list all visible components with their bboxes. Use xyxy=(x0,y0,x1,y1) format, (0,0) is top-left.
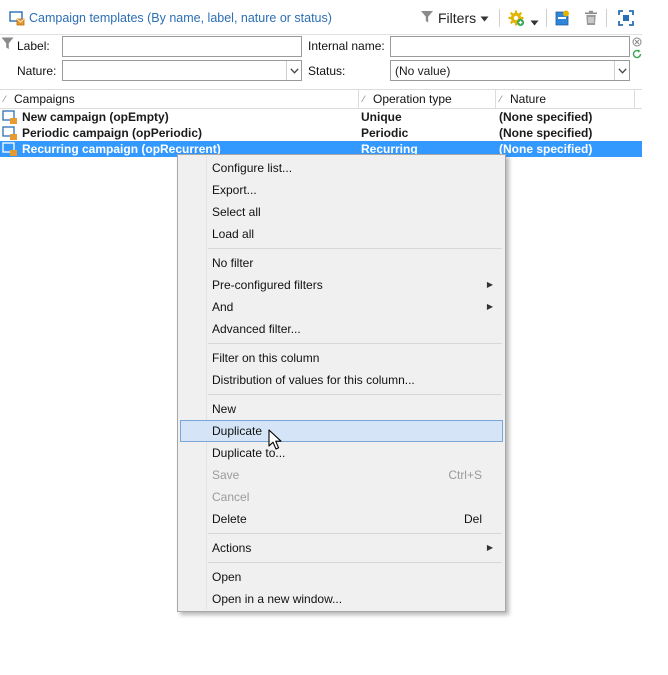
internal-name-field-label: Internal name: xyxy=(308,39,385,53)
campaign-name: New campaign (opEmpty) xyxy=(22,110,169,124)
menu-item-save[interactable]: Save Ctrl+S xyxy=(180,464,503,486)
gear-add-icon[interactable] xyxy=(507,9,525,27)
column-separator[interactable] xyxy=(634,90,635,108)
filter-funnel-icon xyxy=(420,10,434,27)
menu-separator xyxy=(208,343,502,344)
menu-item-delete[interactable]: Delete Del xyxy=(180,508,503,530)
menu-item-advanced-filter[interactable]: Advanced filter... xyxy=(180,318,503,340)
sort-icon: ⁄ xyxy=(4,94,6,104)
menu-separator xyxy=(208,394,502,395)
status-select-value: (No value) xyxy=(395,63,451,78)
toolbar-separator xyxy=(499,9,500,27)
status-field-label: Status: xyxy=(308,64,346,78)
dropdown-arrow-icon xyxy=(480,11,489,25)
nature: (None specified) xyxy=(499,126,593,140)
menu-separator xyxy=(208,562,502,563)
menu-item-filter-on-column[interactable]: Filter on this column xyxy=(180,347,503,369)
title-bar: Campaign templates (By name, label, natu… xyxy=(0,0,642,35)
filters-label: Filters xyxy=(438,10,477,26)
nature: (None specified) xyxy=(499,110,593,124)
toolbar-separator xyxy=(606,9,607,27)
column-header-operation-type[interactable]: ⁄ Operation type xyxy=(359,90,495,108)
label-field-label: Label: xyxy=(17,39,50,53)
column-header-nature[interactable]: ⁄ Nature xyxy=(496,90,634,108)
column-header-campaigns[interactable]: ⁄ Campaigns xyxy=(0,90,358,108)
mouse-cursor-icon xyxy=(268,429,284,451)
campaign-name: Periodic campaign (opPeriodic) xyxy=(22,126,203,140)
menu-item-duplicate-to[interactable]: Duplicate to... xyxy=(180,442,503,464)
submenu-arrow-icon: ▶ xyxy=(486,543,493,552)
menu-item-and[interactable]: And ▶ xyxy=(180,296,503,318)
nature-field-label: Nature: xyxy=(17,64,57,78)
menu-item-pre-configured-filters[interactable]: Pre-configured filters ▶ xyxy=(180,274,503,296)
campaign-template-icon xyxy=(2,142,18,157)
operation-type: Unique xyxy=(361,110,402,124)
filter-funnel-icon xyxy=(1,37,14,53)
menu-item-open[interactable]: Open xyxy=(180,566,503,588)
menu-item-load-all[interactable]: Load all xyxy=(180,223,503,245)
column-header-label: Operation type xyxy=(373,92,452,106)
refresh-icon[interactable] xyxy=(632,48,642,62)
menu-item-export[interactable]: Export... xyxy=(180,179,503,201)
title-divider xyxy=(0,34,642,35)
menu-item-open-new-window[interactable]: Open in a new window... xyxy=(180,588,503,610)
operation-type: Periodic xyxy=(361,126,409,140)
nature-select[interactable] xyxy=(62,60,302,81)
menu-separator xyxy=(208,248,502,249)
menu-shortcut: Ctrl+S xyxy=(448,468,482,482)
table-row[interactable]: Periodic campaign (opPeriodic) Periodic … xyxy=(0,125,642,141)
sort-icon: ⁄ xyxy=(363,94,365,104)
context-menu: Configure list... Export... Select all L… xyxy=(177,154,506,612)
column-header-label: Nature xyxy=(510,92,547,106)
campaign-template-icon xyxy=(9,10,25,26)
trash-icon[interactable] xyxy=(582,9,600,27)
chevron-down-icon[interactable] xyxy=(614,61,629,80)
table-row[interactable]: New campaign (opEmpty) Unique (None spec… xyxy=(0,109,642,125)
menu-item-actions[interactable]: Actions ▶ xyxy=(180,537,503,559)
menu-item-no-filter[interactable]: No filter xyxy=(180,252,503,274)
gear-dropdown-arrow-icon[interactable] xyxy=(530,15,539,29)
menu-item-cancel[interactable]: Cancel xyxy=(180,486,503,508)
sort-icon: ⁄ xyxy=(500,94,502,104)
menu-item-duplicate[interactable]: Duplicate xyxy=(180,420,503,442)
grid-header: ⁄ Campaigns ⁄ Operation type ⁄ Nature xyxy=(0,89,642,109)
toolbar-separator xyxy=(546,9,547,27)
page-title: Campaign templates (By name, label, natu… xyxy=(29,11,332,25)
submenu-arrow-icon: ▶ xyxy=(486,280,493,289)
campaign-template-icon xyxy=(2,126,18,141)
menu-item-select-all[interactable]: Select all xyxy=(180,201,503,223)
menu-item-distribution-of-values[interactable]: Distribution of values for this column..… xyxy=(180,369,503,391)
menu-item-configure-list[interactable]: Configure list... xyxy=(180,157,503,179)
status-select[interactable]: (No value) xyxy=(390,60,630,81)
fit-screen-icon[interactable] xyxy=(617,9,635,27)
nature: (None specified) xyxy=(499,142,593,156)
label-input[interactable] xyxy=(62,36,302,57)
menu-separator xyxy=(208,533,502,534)
submenu-arrow-icon: ▶ xyxy=(486,302,493,311)
menu-item-new[interactable]: New xyxy=(180,398,503,420)
column-header-label: Campaigns xyxy=(14,92,75,106)
new-item-icon[interactable] xyxy=(553,9,571,27)
campaign-template-icon xyxy=(2,110,18,125)
internal-name-input[interactable] xyxy=(390,36,630,57)
menu-shortcut: Del xyxy=(463,512,482,526)
filters-button[interactable]: Filters xyxy=(420,8,489,28)
chevron-down-icon[interactable] xyxy=(286,61,301,80)
